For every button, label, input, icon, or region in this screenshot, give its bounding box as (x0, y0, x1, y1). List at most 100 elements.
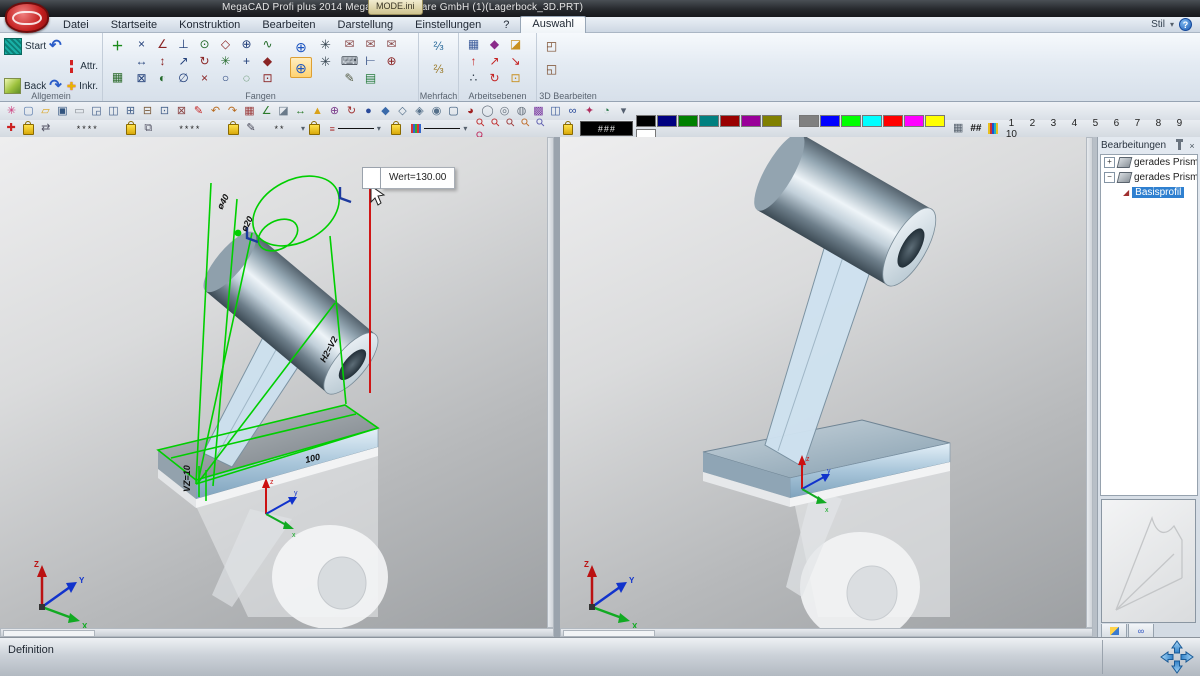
snap-circle[interactable]: ○ (215, 70, 236, 87)
window-cross-icon[interactable]: ✉ (360, 36, 381, 53)
window-select-icon[interactable]: ✉ (339, 36, 360, 53)
attribute-colors-icon[interactable]: ✳ (3, 104, 20, 119)
lock-attr-icon[interactable] (23, 124, 34, 135)
snap-star2-icon[interactable]: ✳ (315, 53, 336, 70)
linestyle-combo[interactable]: ≡ ▾ (327, 122, 384, 135)
new-file-icon[interactable]: ▢ (20, 104, 37, 119)
value-input[interactable] (362, 167, 381, 189)
pin-icon[interactable] (1178, 142, 1181, 150)
layer-8-button[interactable]: 8 (1148, 118, 1169, 129)
snap-cross[interactable]: × (194, 70, 215, 87)
snap-reference[interactable]: ⊕ (236, 36, 257, 53)
color-swatch-ff00ff[interactable] (904, 115, 924, 127)
horizontal-scrollbar-left[interactable] (0, 628, 554, 637)
delete-icon[interactable]: ▭ (71, 104, 88, 119)
hidden-line-icon[interactable]: ◈ (411, 104, 428, 119)
current-color-field[interactable]: ### (580, 121, 633, 136)
workplane-angle-icon[interactable]: ↗ (484, 53, 505, 70)
snap-element[interactable]: ◇ (215, 36, 236, 53)
snap-active-icon[interactable]: ⊕ (290, 57, 312, 78)
undo-icon[interactable]: ↶ (207, 104, 224, 119)
snap-midpoint[interactable]: ◌ (236, 70, 257, 87)
workplane-3point-icon[interactable]: ∴ (463, 70, 484, 87)
attr-field[interactable]: **** (58, 123, 118, 135)
group-swap-icon[interactable]: ⧉ (140, 121, 156, 136)
plot-icon[interactable]: ⊠ (173, 104, 190, 119)
multi-linear-icon[interactable]: ⅔ (428, 38, 449, 55)
vertical-scrollbar-left[interactable] (547, 137, 554, 628)
extrude-edit-icon[interactable]: ◰ (541, 38, 562, 55)
snap-center[interactable]: ⊙ (194, 36, 215, 53)
snap-star-icon[interactable]: ✳ (315, 36, 336, 53)
color-swatch-ffff00[interactable] (925, 115, 945, 127)
layer-2-button[interactable]: 2 (1022, 118, 1043, 129)
close-icon[interactable]: × (1187, 141, 1197, 151)
style-selector[interactable]: Stil (1151, 19, 1165, 30)
shaded-icon[interactable]: ◉ (428, 104, 445, 119)
pan-icon[interactable] (1160, 640, 1194, 674)
snap-construction[interactable]: ✳ (215, 53, 236, 70)
convert-icon[interactable]: ⊡ (156, 104, 173, 119)
views-tab[interactable]: ∞ (1128, 624, 1154, 638)
viewport-left[interactable]: ø40 ø20 H2=V2 100 VZ=10 z y x Z Y X (0, 137, 547, 628)
chevron-down-icon[interactable]: ▾ (301, 124, 305, 133)
menu-datei[interactable]: Datei (52, 17, 100, 33)
layer-3-button[interactable]: 3 (1043, 118, 1064, 129)
color-swatch-808000[interactable] (762, 115, 782, 127)
collapse-icon[interactable]: − (1104, 172, 1115, 183)
globe-render-icon[interactable]: ◔ (598, 104, 615, 119)
snap-intersection[interactable]: × (131, 36, 152, 53)
scroll-thumb[interactable] (3, 630, 95, 637)
redraw-icon[interactable]: ▦ (241, 104, 258, 119)
freehand-icon[interactable]: ✎ (339, 70, 360, 87)
workplane-up-icon[interactable]: ▲ (309, 104, 326, 119)
chevron-down-icon[interactable]: ▾ (1170, 20, 1174, 29)
lock-thickness-icon[interactable] (391, 124, 402, 135)
layer-7-button[interactable]: 7 (1127, 118, 1148, 129)
snap-curve[interactable]: ∿ (257, 36, 278, 53)
menu-einstellungen[interactable]: Einstellungen (404, 17, 492, 33)
start-button[interactable]: Start ↶ (4, 36, 98, 56)
lock-group-icon[interactable] (126, 124, 137, 135)
wireframe-icon[interactable]: ◇ (394, 104, 411, 119)
open-file-icon[interactable]: ▱ (37, 104, 54, 119)
increment-icon[interactable]: ✚ (3, 121, 19, 136)
pattern-icon[interactable]: ▤ (360, 70, 381, 87)
workplane-flip-icon[interactable]: ↘ (505, 53, 526, 70)
color-swatch-000080[interactable] (657, 115, 677, 127)
save-file-icon[interactable]: ▣ (54, 104, 71, 119)
undo-arrow-icon[interactable]: ↶ (49, 39, 62, 53)
workplane-cube-icon[interactable]: ⊡ (505, 70, 526, 87)
multi-circular-icon[interactable]: ⅔ (428, 61, 449, 78)
menu-auswahl[interactable]: Auswahl (520, 16, 586, 33)
tree-item-prisma-1[interactable]: + gerades Prisma (1101, 155, 1197, 170)
color-swatch-008080[interactable] (699, 115, 719, 127)
point-icon[interactable]: ● (360, 104, 377, 119)
workplane-face-icon[interactable]: ◪ (505, 36, 526, 53)
workplane-z-icon[interactable]: ↑ (463, 53, 484, 70)
menu-darstellung[interactable]: Darstellung (327, 17, 405, 33)
layer-4-button[interactable]: 4 (1064, 118, 1085, 129)
snap-half[interactable]: ◐ (152, 70, 173, 87)
monitor-icon[interactable]: ▢ (445, 104, 462, 119)
layer-9-button[interactable]: 9 (1169, 118, 1190, 129)
layer-colors-icon[interactable] (988, 123, 997, 134)
plane-icon[interactable]: ◪ (275, 104, 292, 119)
color-swatch-00ff00[interactable] (841, 115, 861, 127)
cube-view-icon[interactable]: ◆ (377, 104, 394, 119)
horizontal-scrollbar-right[interactable] (560, 628, 1093, 637)
color-dialog-icon[interactable]: ▦ (950, 121, 966, 136)
redo-icon[interactable]: ↷ (224, 104, 241, 119)
snap-box[interactable]: ⊠ (131, 70, 152, 87)
thickness-combo[interactable]: ▾ (408, 122, 470, 135)
attr-swap-icon[interactable]: ⇄ (38, 121, 54, 136)
layer-1-button[interactable]: 1 (1001, 118, 1022, 129)
copy-icon[interactable]: ◫ (105, 104, 122, 119)
zoom-previous-icon[interactable]: ⚲ (531, 112, 551, 132)
viewport-right[interactable]: z y x Z Y X (560, 137, 1086, 628)
info-icon[interactable]: ✦ (581, 104, 598, 119)
menu-bearbeiten[interactable]: Bearbeiten (251, 17, 326, 33)
lock-color-icon[interactable] (563, 124, 574, 135)
snap-quadrant[interactable]: ◆ (257, 53, 278, 70)
workplane-solid-icon[interactable]: ◆ (484, 36, 505, 53)
